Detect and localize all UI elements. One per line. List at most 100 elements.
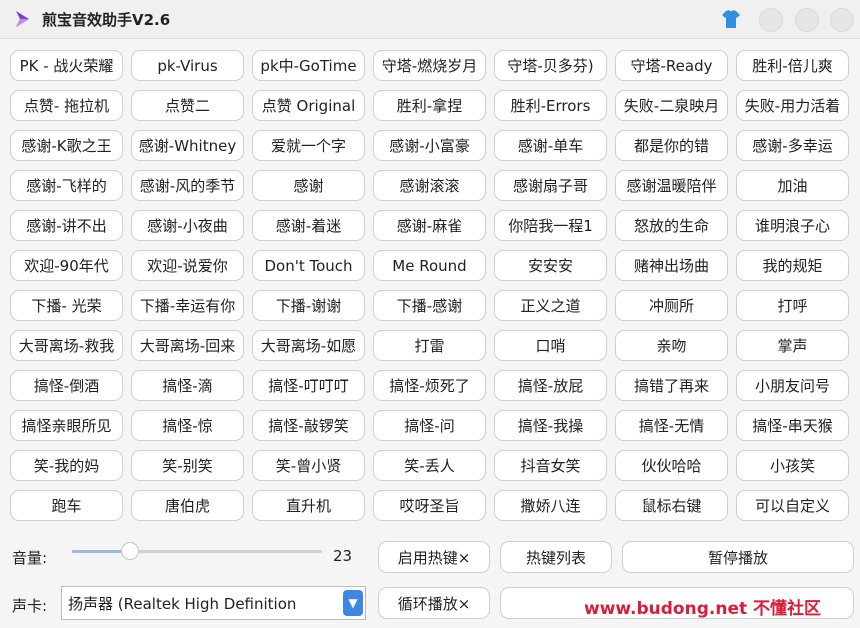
sound-button[interactable]: 我的规矩 bbox=[736, 250, 849, 281]
sound-button[interactable]: 搞怪-问 bbox=[373, 410, 486, 441]
sound-button[interactable]: 点赞二 bbox=[131, 90, 244, 121]
volume-slider[interactable] bbox=[72, 542, 322, 560]
sound-button[interactable]: 安安安 bbox=[494, 250, 607, 281]
sound-button[interactable]: 小孩笑 bbox=[736, 450, 849, 481]
sound-button[interactable]: 感谢-小富豪 bbox=[373, 130, 486, 161]
sound-button[interactable]: 伙伙哈哈 bbox=[615, 450, 728, 481]
sound-button[interactable]: 搞怪亲眼所见 bbox=[10, 410, 123, 441]
sound-button[interactable]: 搞怪-倒酒 bbox=[10, 370, 123, 401]
sound-button[interactable]: 搞怪-敲锣笑 bbox=[252, 410, 365, 441]
maximize-button[interactable] bbox=[795, 8, 819, 32]
title-bar: 煎宝音效助手V2.6 bbox=[0, 0, 860, 39]
sound-button[interactable]: 抖音女笑 bbox=[494, 450, 607, 481]
sound-button[interactable]: 怒放的生命 bbox=[615, 210, 728, 241]
sound-button[interactable]: 都是你的错 bbox=[615, 130, 728, 161]
sound-button[interactable]: PK - 战火荣耀 bbox=[10, 50, 123, 81]
sound-button[interactable]: 笑-曾小贤 bbox=[252, 450, 365, 481]
sound-button[interactable]: 感谢-着迷 bbox=[252, 210, 365, 241]
chevron-down-icon[interactable]: ▼ bbox=[343, 590, 363, 616]
sound-button[interactable]: 守塔-燃烧岁月 bbox=[373, 50, 486, 81]
window-title: 煎宝音效助手V2.6 bbox=[42, 11, 171, 29]
sound-button[interactable]: 打雷 bbox=[373, 330, 486, 361]
sound-button[interactable]: pk中-GoTime bbox=[252, 50, 365, 81]
skin-shirt-icon[interactable] bbox=[719, 7, 743, 31]
sound-button[interactable]: Me Round bbox=[373, 250, 486, 281]
sound-button[interactable]: pk-Virus bbox=[131, 50, 244, 81]
sound-button[interactable]: 谁明浪子心 bbox=[736, 210, 849, 241]
sound-button[interactable]: 感谢-Whitney bbox=[131, 130, 244, 161]
sound-button[interactable]: 搞怪-惊 bbox=[131, 410, 244, 441]
sound-button[interactable]: 搞怪-烦死了 bbox=[373, 370, 486, 401]
close-button[interactable] bbox=[830, 8, 854, 32]
pause-button[interactable]: 暂停播放 bbox=[622, 541, 854, 573]
sound-button[interactable]: 鼠标右键 bbox=[615, 490, 728, 521]
volume-slider-thumb[interactable] bbox=[120, 542, 139, 560]
sound-button[interactable]: 搞怪-无情 bbox=[615, 410, 728, 441]
volume-label: 音量: bbox=[12, 549, 48, 567]
sound-button[interactable]: 感谢-小夜曲 bbox=[131, 210, 244, 241]
sound-button[interactable]: 打呼 bbox=[736, 290, 849, 321]
sound-card-select[interactable]: 扬声器 (Realtek High Definition ▼ bbox=[61, 586, 366, 620]
sound-button[interactable]: 下播-幸运有你 bbox=[131, 290, 244, 321]
minimize-button[interactable] bbox=[759, 8, 783, 32]
sound-button[interactable]: 大哥离场-如愿 bbox=[252, 330, 365, 361]
sound-button[interactable]: 感谢滚滚 bbox=[373, 170, 486, 201]
sound-button[interactable]: 笑-我的妈 bbox=[10, 450, 123, 481]
sound-button[interactable]: 感谢-多幸运 bbox=[736, 130, 849, 161]
sound-button[interactable]: 胜利-Errors bbox=[494, 90, 607, 121]
sound-button[interactable]: 感谢温暖陪伴 bbox=[615, 170, 728, 201]
sound-button[interactable]: 正义之道 bbox=[494, 290, 607, 321]
sound-button[interactable]: 冲厕所 bbox=[615, 290, 728, 321]
sound-button[interactable]: 守塔-Ready bbox=[615, 50, 728, 81]
sound-button[interactable]: 大哥离场-回来 bbox=[131, 330, 244, 361]
sound-button[interactable]: 大哥离场-救我 bbox=[10, 330, 123, 361]
sound-button[interactable]: 搞怪-放屁 bbox=[494, 370, 607, 401]
sound-button[interactable]: 跑车 bbox=[10, 490, 123, 521]
sound-button[interactable]: 感谢 bbox=[252, 170, 365, 201]
sound-button[interactable]: 下播- 光荣 bbox=[10, 290, 123, 321]
sound-button[interactable]: 下播-感谢 bbox=[373, 290, 486, 321]
sound-button[interactable]: 胜利-倍儿爽 bbox=[736, 50, 849, 81]
sound-button[interactable]: 哎呀圣旨 bbox=[373, 490, 486, 521]
sound-button[interactable]: 失败-二泉映月 bbox=[615, 90, 728, 121]
sound-button[interactable]: 欢迎-说爱你 bbox=[131, 250, 244, 281]
sound-button[interactable]: 口哨 bbox=[494, 330, 607, 361]
hotkey-list-button[interactable]: 热键列表 bbox=[500, 541, 612, 573]
sound-button[interactable]: 可以自定义 bbox=[736, 490, 849, 521]
sound-button[interactable]: 守塔-贝多芬) bbox=[494, 50, 607, 81]
sound-button[interactable]: 搞怪-串天猴 bbox=[736, 410, 849, 441]
sound-button[interactable]: 爱就一个字 bbox=[252, 130, 365, 161]
sound-button[interactable]: 亲吻 bbox=[615, 330, 728, 361]
sound-button[interactable]: 直升机 bbox=[252, 490, 365, 521]
sound-button[interactable]: 胜利-拿捏 bbox=[373, 90, 486, 121]
loop-play-button[interactable]: 循环播放× bbox=[378, 587, 490, 619]
sound-button[interactable]: 点赞 Original bbox=[252, 90, 365, 121]
sound-button[interactable]: 你陪我一程1 bbox=[494, 210, 607, 241]
sound-button[interactable]: 感谢扇子哥 bbox=[494, 170, 607, 201]
sound-button[interactable]: 感谢-K歌之王 bbox=[10, 130, 123, 161]
sound-button[interactable]: 加油 bbox=[736, 170, 849, 201]
volume-value: 23 bbox=[333, 547, 353, 565]
sound-button[interactable]: 搞怪-叮叮叮 bbox=[252, 370, 365, 401]
sound-button[interactable]: 笑-别笑 bbox=[131, 450, 244, 481]
sound-button[interactable]: 点赞- 拖拉机 bbox=[10, 90, 123, 121]
sound-button[interactable]: 赌神出场曲 bbox=[615, 250, 728, 281]
sound-button[interactable]: 小朋友问号 bbox=[736, 370, 849, 401]
sound-button[interactable]: 搞错了再来 bbox=[615, 370, 728, 401]
hotkey-enable-button[interactable]: 启用热键× bbox=[378, 541, 490, 573]
sound-button[interactable]: 搞怪-滴 bbox=[131, 370, 244, 401]
sound-button[interactable]: 搞怪-我操 bbox=[494, 410, 607, 441]
sound-button[interactable]: 掌声 bbox=[736, 330, 849, 361]
sound-button[interactable]: 感谢-风的季节 bbox=[131, 170, 244, 201]
sound-button[interactable]: 下播-谢谢 bbox=[252, 290, 365, 321]
sound-button[interactable]: 感谢-麻雀 bbox=[373, 210, 486, 241]
sound-button[interactable]: 撒娇八连 bbox=[494, 490, 607, 521]
sound-button[interactable]: 欢迎-90年代 bbox=[10, 250, 123, 281]
sound-button[interactable]: 唐伯虎 bbox=[131, 490, 244, 521]
sound-button[interactable]: Don't Touch bbox=[252, 250, 365, 281]
sound-button[interactable]: 感谢-讲不出 bbox=[10, 210, 123, 241]
sound-button[interactable]: 失败-用力活着 bbox=[736, 90, 849, 121]
sound-button[interactable]: 感谢-单车 bbox=[494, 130, 607, 161]
sound-button[interactable]: 感谢-飞样的 bbox=[10, 170, 123, 201]
sound-button[interactable]: 笑-丢人 bbox=[373, 450, 486, 481]
